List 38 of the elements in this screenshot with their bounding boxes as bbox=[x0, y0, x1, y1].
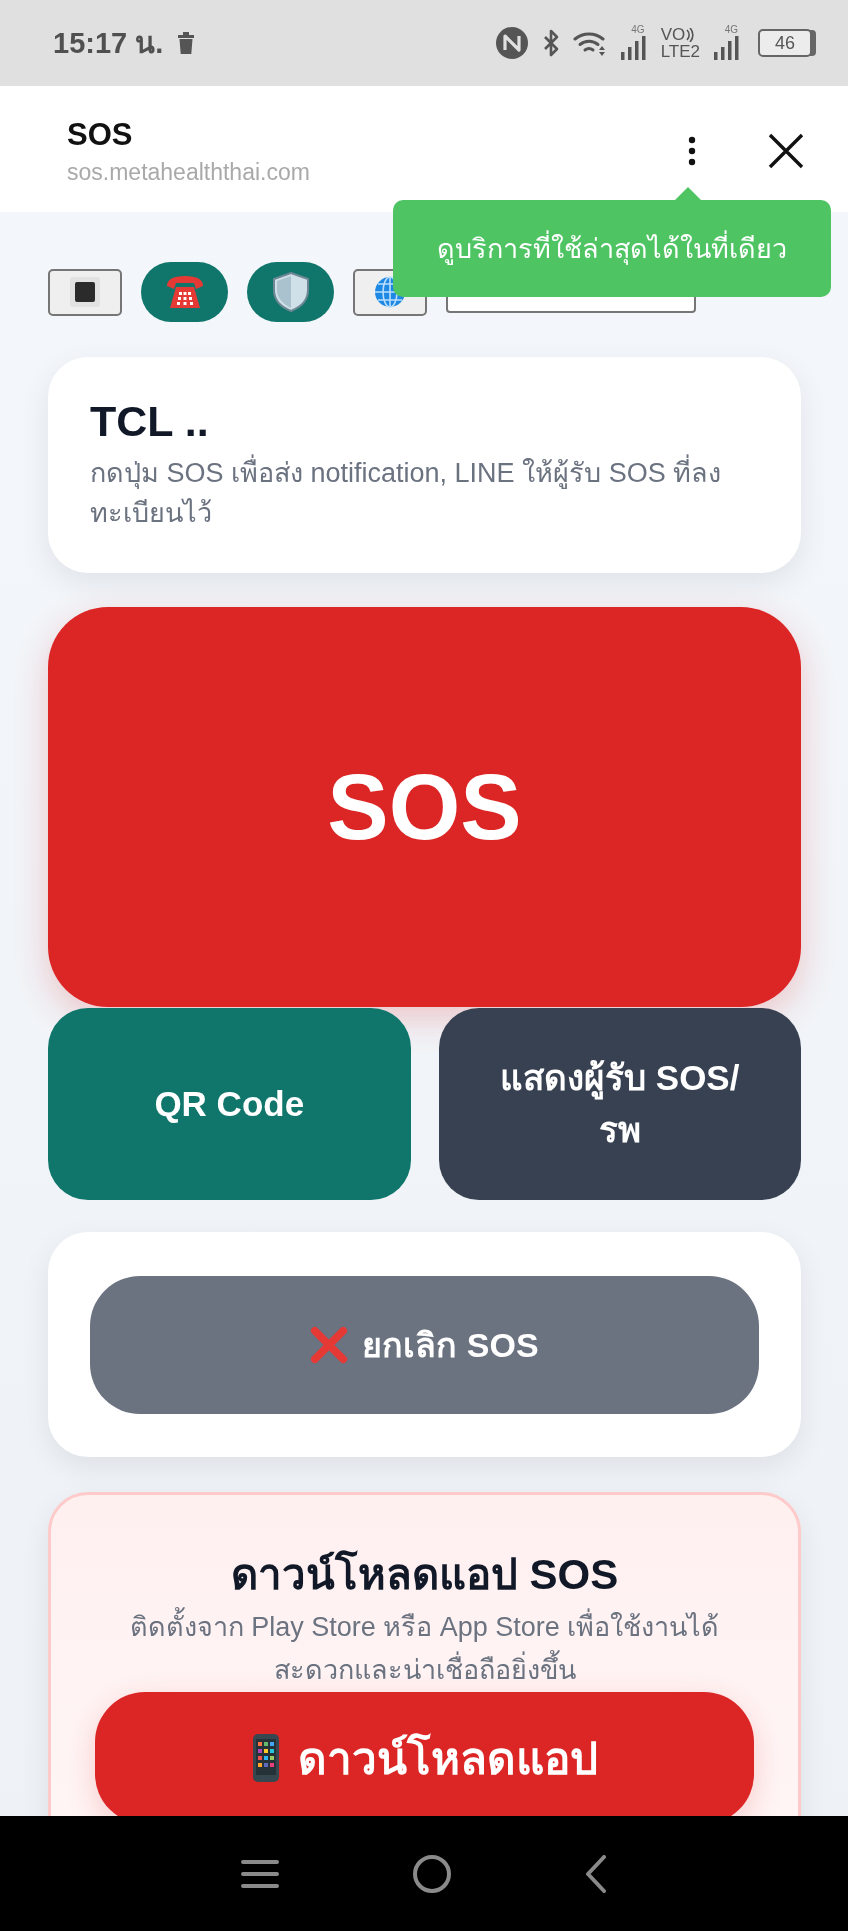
more-icon bbox=[688, 136, 696, 166]
qr-code-button[interactable]: QR Code bbox=[48, 1008, 411, 1200]
recipients-button[interactable]: แสดงผู้รับ SOS/รพ bbox=[438, 1008, 801, 1200]
download-description: ติดตั้งจาก Play Store หรือ App Store เพื่อใช้งานได้สะดวกและน่าเชื่อถือยิ่งขึ้น bbox=[95, 1606, 754, 1692]
smartphone-icon bbox=[251, 1733, 280, 1783]
home-icon[interactable] bbox=[412, 1853, 452, 1894]
instruction-text: กดปุ่ม SOS เพื่อส่ง notification, LINE ให้ผู้รับ SOS ที่ลงทะเบียนไว้ bbox=[90, 453, 759, 533]
close-button[interactable] bbox=[766, 131, 806, 171]
menu-icon[interactable] bbox=[240, 1858, 279, 1889]
call-wave-icon bbox=[686, 27, 695, 42]
cross-icon bbox=[310, 1326, 349, 1364]
square-icon bbox=[70, 277, 100, 307]
close-icon bbox=[768, 133, 804, 169]
nfc-icon bbox=[494, 26, 529, 60]
telephone-icon bbox=[164, 274, 205, 310]
trash-icon bbox=[177, 32, 196, 54]
network-type-label: 4G bbox=[724, 24, 738, 35]
device-name: TCL .. bbox=[90, 396, 210, 447]
back-icon[interactable] bbox=[585, 1854, 608, 1893]
wifi-icon bbox=[572, 30, 607, 56]
volte-label: VO bbox=[660, 26, 686, 43]
network-type-label: 4G bbox=[631, 24, 645, 35]
telephone-button[interactable] bbox=[141, 262, 228, 322]
page-title: SOS bbox=[67, 116, 133, 153]
signal-icon bbox=[714, 36, 740, 60]
download-title: ดาวน์โหลดแอป SOS bbox=[229, 1549, 620, 1600]
page-url: sos.metahealththai.com bbox=[67, 158, 310, 186]
bluetooth-icon bbox=[542, 29, 559, 57]
cancel-sos-button[interactable]: ยกเลิก SOS bbox=[90, 1276, 759, 1414]
shield-button[interactable] bbox=[247, 262, 334, 322]
square-button[interactable] bbox=[48, 268, 122, 316]
shield-icon bbox=[272, 272, 309, 312]
tooltip-text: ดูบริการที่ใช้ล่าสุดได้ในที่เดียว bbox=[437, 227, 787, 270]
status-time: 15:17 น. bbox=[53, 26, 164, 61]
signal-icon bbox=[620, 36, 647, 60]
download-app-button[interactable]: ดาวน์โหลดแอป bbox=[95, 1692, 754, 1816]
sos-button[interactable]: SOS bbox=[48, 607, 801, 1007]
lte-label: LTE2 bbox=[660, 43, 700, 60]
